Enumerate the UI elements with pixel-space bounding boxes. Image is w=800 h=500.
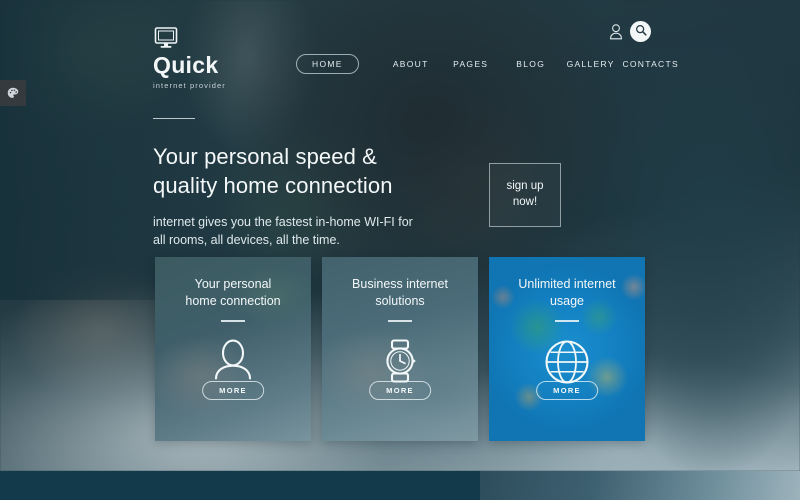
hero-copy: Your personal speed & quality home conne… bbox=[153, 118, 513, 249]
user-avatar-icon bbox=[210, 339, 256, 386]
hero-title: Your personal speed & quality home conne… bbox=[153, 144, 393, 199]
header-tools bbox=[609, 21, 651, 42]
card-title: Business internet solutions bbox=[352, 277, 448, 308]
page-stage: Quick internet provider HOME ABOUT PAGES… bbox=[0, 0, 800, 500]
globe-icon bbox=[544, 339, 590, 390]
feature-card-unlimited[interactable]: Unlimited internet usage MORE bbox=[489, 257, 645, 441]
feature-card-personal[interactable]: Your personal home connection MORE bbox=[155, 257, 311, 441]
nav-item-contacts[interactable]: CONTACTS bbox=[621, 54, 681, 74]
signup-button[interactable]: sign up now! bbox=[489, 163, 561, 227]
nav-item-gallery[interactable]: GALLERY bbox=[561, 54, 621, 74]
brand-name: Quick bbox=[153, 52, 219, 78]
nav-item-pages[interactable]: PAGES bbox=[441, 54, 501, 74]
card-divider bbox=[388, 320, 412, 322]
feature-card-business[interactable]: Business internet solutions MORE bbox=[322, 257, 478, 441]
feature-cards: Your personal home connection MORE Busin… bbox=[155, 257, 645, 441]
nav-item-about[interactable]: ABOUT bbox=[381, 54, 441, 74]
site-header: Quick internet provider HOME ABOUT PAGES… bbox=[0, 0, 800, 95]
search-icon bbox=[635, 23, 647, 41]
nav-item-blog[interactable]: BLOG bbox=[501, 54, 561, 74]
main-navigation: HOME ABOUT PAGES BLOG GALLERY CONTACTS bbox=[296, 54, 681, 74]
brand-logo[interactable]: Quick internet provider bbox=[153, 27, 226, 90]
card-title: Your personal home connection bbox=[185, 277, 281, 308]
card-divider bbox=[221, 320, 245, 322]
wristwatch-icon bbox=[379, 338, 421, 388]
card-title: Unlimited internet usage bbox=[518, 277, 616, 308]
card-divider bbox=[555, 320, 579, 322]
monitor-icon bbox=[153, 27, 179, 49]
user-icon[interactable] bbox=[609, 23, 623, 41]
brand-tagline: internet provider bbox=[153, 81, 226, 90]
search-button[interactable] bbox=[630, 21, 651, 42]
nav-item-home[interactable]: HOME bbox=[296, 54, 359, 74]
hero-divider bbox=[153, 118, 195, 119]
footer-photo-panel bbox=[480, 471, 800, 500]
hero-subtitle: internet gives you the fastest in-home W… bbox=[153, 215, 413, 248]
